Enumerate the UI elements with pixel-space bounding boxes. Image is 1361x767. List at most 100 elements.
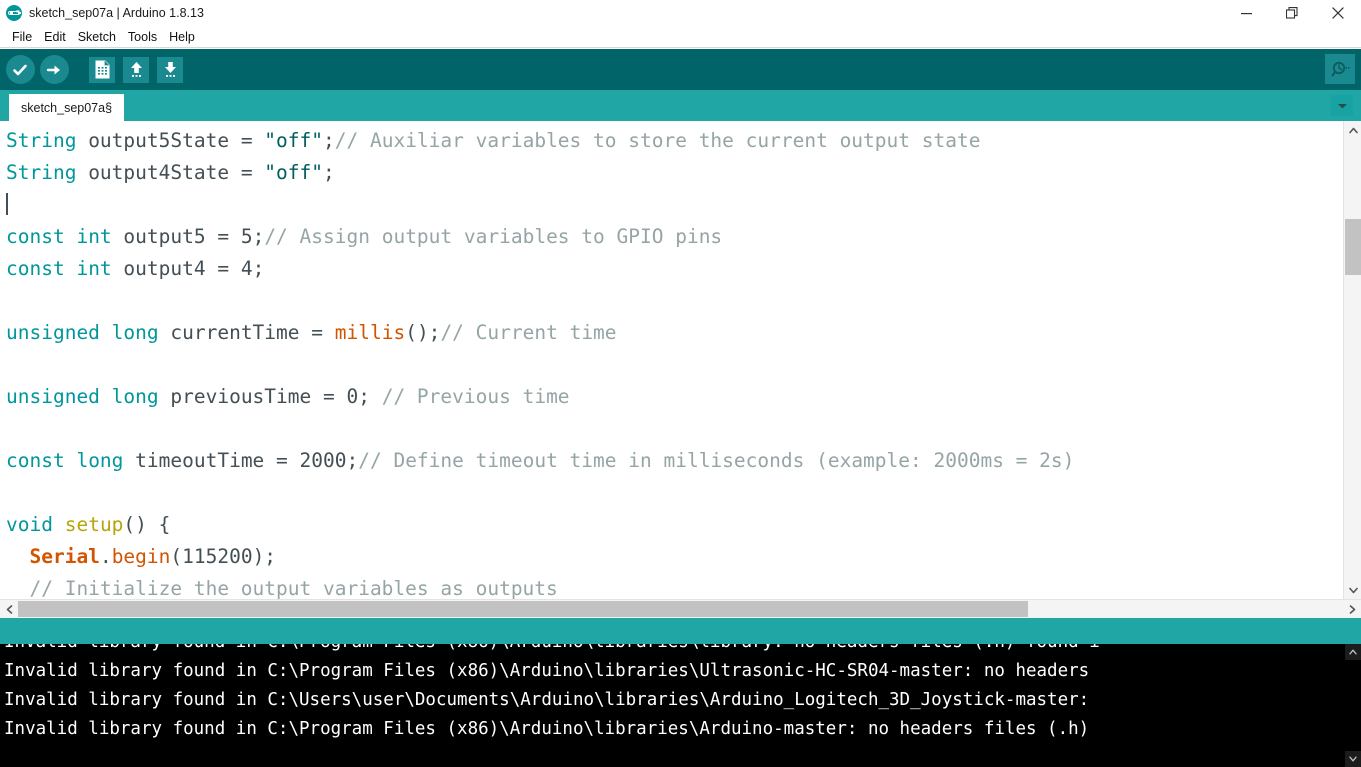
arduino-logo-icon: [6, 5, 22, 21]
console-line: Invalid library found in C:\Users\user\D…: [4, 690, 1090, 710]
code-token: String: [6, 129, 77, 152]
editor-horizontal-scroll-thumb[interactable]: [18, 601, 1028, 617]
code-token: setup: [64, 513, 124, 536]
upload-button[interactable]: [39, 55, 69, 85]
code-token: unsigned: [6, 385, 100, 408]
console-scrollbar[interactable]: [1345, 644, 1361, 767]
code-line: String output5State = "off";// Auxiliar …: [6, 125, 1343, 157]
scroll-down-button[interactable]: [1344, 581, 1361, 599]
code-token: long: [76, 449, 124, 472]
menu-item-help[interactable]: Help: [163, 28, 201, 46]
chevron-up-icon: [1348, 127, 1358, 133]
open-sketch-button[interactable]: [121, 55, 151, 85]
code-line: String output4State = "off";: [6, 157, 1343, 189]
code-token: currentTime =: [158, 321, 335, 344]
code-token: // Define timeout time in milliseconds (…: [358, 449, 1075, 472]
code-token: void: [6, 513, 53, 536]
minimize-button[interactable]: [1223, 0, 1269, 26]
code-line: // Initialize the output variables as ou…: [6, 573, 1343, 599]
code-token: long: [111, 321, 159, 344]
tab-bar: sketch_sep07a§: [0, 90, 1361, 121]
restore-icon: [1286, 7, 1298, 19]
code-token: ;: [323, 129, 335, 152]
code-token: .: [99, 545, 112, 568]
code-line: unsigned long currentTime = millis();// …: [6, 317, 1343, 349]
editor-horizontal-scrollbar[interactable]: [0, 599, 1361, 618]
up-arrow-icon: [130, 62, 142, 77]
close-button[interactable]: [1315, 0, 1361, 26]
code-token: // Auxiliar variables to store the curre…: [334, 129, 981, 152]
code-line: Serial.begin(115200);: [6, 541, 1343, 573]
code-token: previousTime = 0;: [158, 385, 382, 408]
code-token: "off": [264, 161, 323, 184]
menu-item-edit[interactable]: Edit: [38, 28, 72, 46]
verify-button[interactable]: [5, 55, 35, 85]
code-token: int: [76, 257, 112, 280]
code-editor[interactable]: String output5State = "off";// Auxiliar …: [0, 121, 1343, 599]
menu-item-tools[interactable]: Tools: [122, 28, 163, 46]
code-token: output5 = 5;: [111, 225, 265, 248]
code-token: output5State =: [76, 129, 265, 152]
code-token: () {: [123, 513, 171, 536]
tab-menu-button[interactable]: [1331, 95, 1353, 116]
save-sketch-button[interactable]: [155, 55, 185, 85]
code-token: const: [6, 257, 65, 280]
console-line: Invalid library found in C:\Program File…: [4, 644, 1361, 657]
console-scroll-down-button[interactable]: [1345, 751, 1361, 767]
menu-bar: File Edit Sketch Tools Help: [0, 26, 1361, 48]
new-sketch-button[interactable]: [87, 55, 117, 85]
code-line: void setup() {: [6, 509, 1343, 541]
arduino-ide-window: sketch_sep07a | Arduino 1.8.13 File Edit…: [0, 0, 1361, 767]
code-token: String: [6, 161, 77, 184]
close-icon: [1332, 7, 1344, 19]
code-token: int: [76, 225, 112, 248]
magnifier-icon: [1331, 61, 1350, 76]
code-token: // Previous time: [381, 385, 570, 408]
chevron-left-icon: [6, 604, 12, 614]
window-title: sketch_sep07a | Arduino 1.8.13: [29, 6, 204, 20]
restore-button[interactable]: [1269, 0, 1315, 26]
menu-item-sketch[interactable]: Sketch: [72, 28, 122, 46]
code-token: "off": [264, 129, 323, 152]
title-bar: sketch_sep07a | Arduino 1.8.13: [0, 0, 1361, 26]
menu-item-file[interactable]: File: [6, 28, 38, 46]
tab-sketch-sep07a[interactable]: sketch_sep07a§: [9, 94, 125, 121]
code-line: [6, 189, 1343, 221]
console-output[interactable]: Invalid library found in C:\Program File…: [0, 644, 1361, 767]
code-line: unsigned long previousTime = 0; // Previ…: [6, 381, 1343, 413]
code-token: (115200);: [170, 545, 277, 568]
right-arrow-icon: [46, 65, 60, 74]
scroll-up-button[interactable]: [1344, 121, 1361, 139]
checkmark-icon: [13, 64, 27, 75]
console-scroll-up-button[interactable]: [1345, 644, 1361, 660]
code-token: millis: [334, 321, 406, 344]
code-token: timeoutTime = 2000;: [123, 449, 359, 472]
editor-vertical-scroll-thumb[interactable]: [1345, 219, 1361, 275]
code-token: long: [111, 385, 159, 408]
chevron-up-icon: [1349, 649, 1357, 655]
scroll-left-button[interactable]: [0, 600, 18, 618]
code-token: ();: [405, 321, 441, 344]
editor-area: String output5State = "off";// Auxiliar …: [0, 121, 1361, 618]
code-token: output4 = 4;: [111, 257, 265, 280]
code-token: output4State =: [76, 161, 265, 184]
serial-monitor-button[interactable]: [1325, 54, 1355, 84]
chevron-down-icon: [1337, 103, 1347, 108]
window-controls: [1223, 0, 1361, 26]
code-line: const int output4 = 4;: [6, 253, 1343, 285]
editor-vertical-scrollbar[interactable]: [1343, 121, 1361, 599]
scroll-right-button[interactable]: [1343, 600, 1361, 618]
chevron-down-icon: [1349, 756, 1357, 762]
code-token: begin: [111, 545, 171, 568]
code-token: // Assign output variables to GPIO pins: [264, 225, 723, 248]
new-file-icon: [95, 60, 109, 79]
